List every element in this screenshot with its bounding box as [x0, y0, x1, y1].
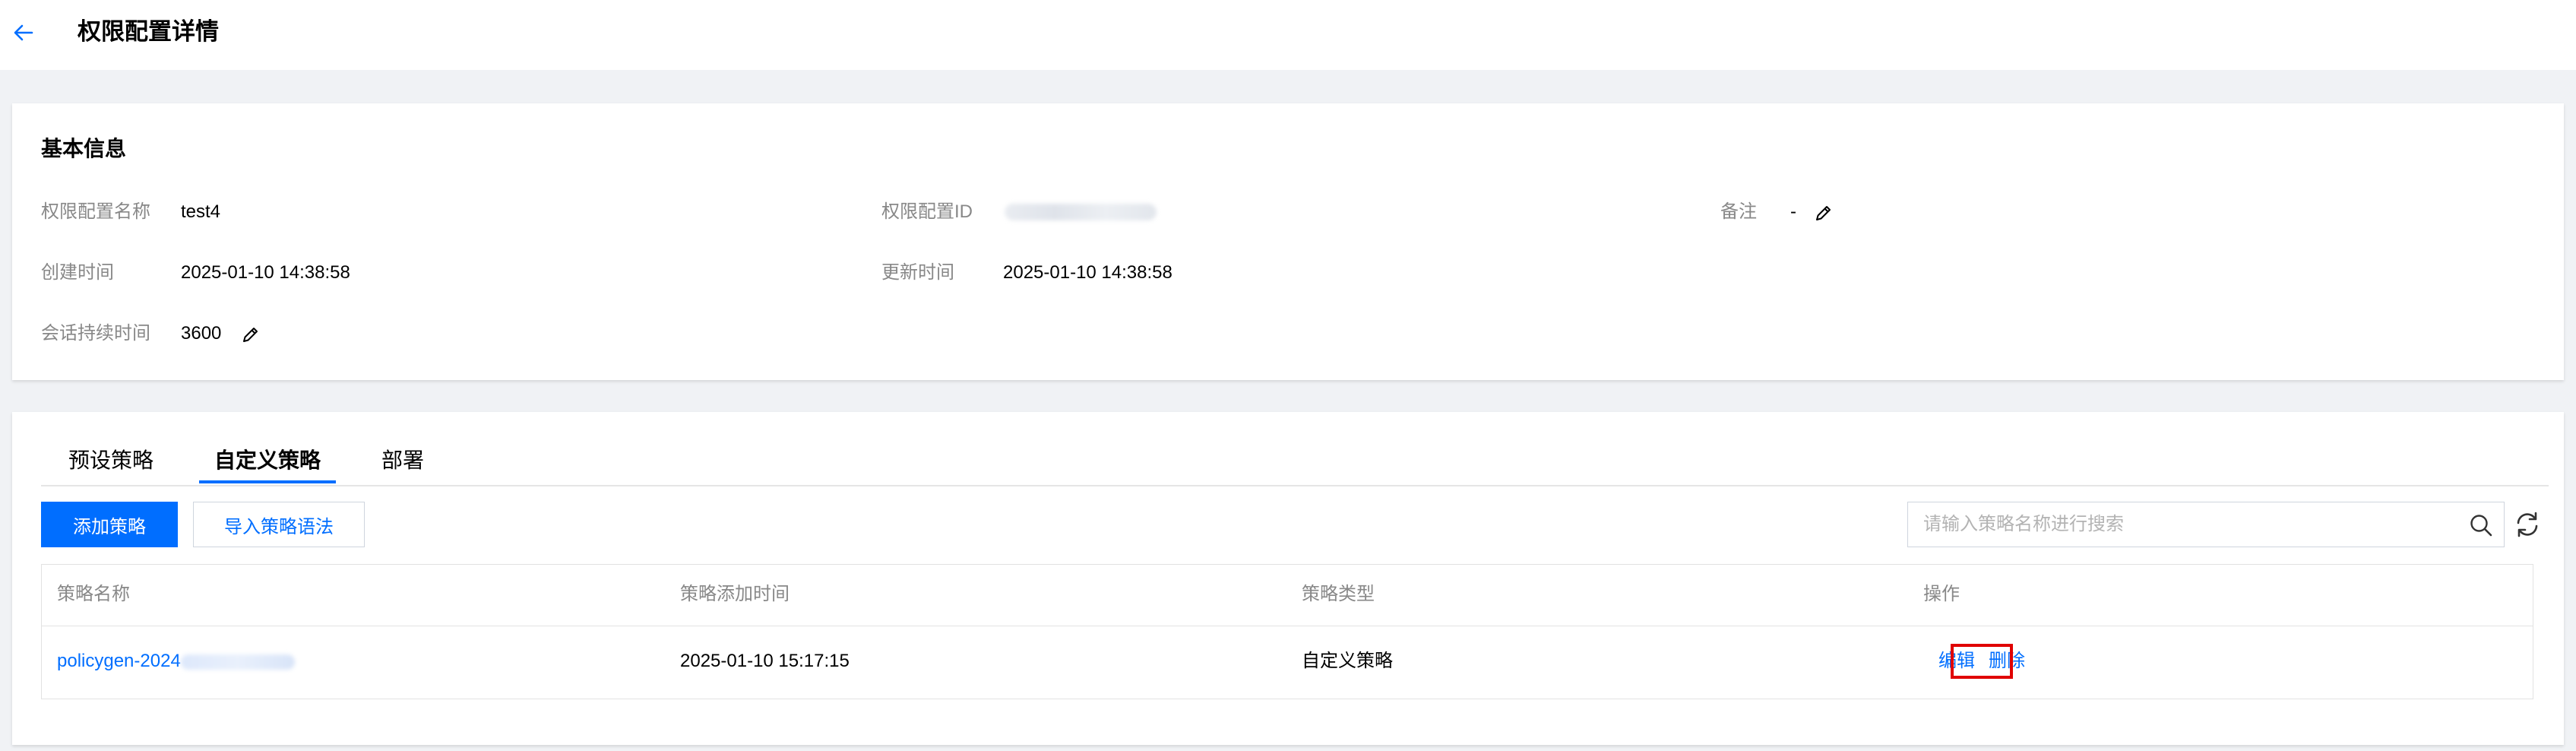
name-value: test4: [181, 201, 221, 222]
search-box: [1907, 502, 2505, 547]
tab-preset-policies[interactable]: 预设策略: [68, 445, 153, 476]
policy-added-time: 2025-01-10 15:17:15: [680, 651, 850, 671]
policies-card: 预设策略 自定义策略 部署 添加策略 导入策略语法 策略名称 策略添加时间 策略…: [12, 412, 2564, 745]
updated-value: 2025-01-10 14:38:58: [1003, 262, 1172, 283]
policy-name-link[interactable]: policygen-2024: [57, 651, 181, 671]
page-title: 权限配置详情: [78, 18, 219, 45]
back-arrow-icon[interactable]: [11, 20, 36, 46]
created-label: 创建时间: [41, 262, 114, 283]
basic-info-card: 基本信息 权限配置名称 test4 权限配置ID 备注 - 创建时间 2025-…: [12, 103, 2564, 380]
search-icon[interactable]: [2469, 513, 2493, 537]
remark-edit-pencil-icon[interactable]: [1813, 202, 1834, 223]
tab-custom-policies[interactable]: 自定义策略: [214, 445, 321, 476]
active-tab-indicator: [199, 480, 336, 483]
top-bar: 权限配置详情: [0, 0, 2576, 70]
column-header-actions: 操作: [1923, 584, 1960, 604]
add-policy-button[interactable]: 添加策略: [41, 502, 178, 547]
policy-name-cell: policygen-2024: [57, 648, 295, 674]
policy-name-redacted: [180, 654, 295, 670]
section-title: 基本信息: [41, 137, 127, 160]
updated-label: 更新时间: [881, 262, 954, 283]
name-label: 权限配置名称: [41, 201, 150, 222]
remark-label: 备注: [1720, 201, 1757, 222]
column-header-added-time: 策略添加时间: [680, 584, 790, 604]
policies-table: 策略名称 策略添加时间 策略类型 操作 policygen-2024 2025-…: [41, 564, 2533, 699]
created-value: 2025-01-10 14:38:58: [181, 262, 350, 283]
session-value: 3600: [181, 323, 222, 344]
refresh-icon[interactable]: [2512, 509, 2543, 540]
id-value-redacted: [1005, 204, 1157, 220]
table-header: 策略名称 策略添加时间 策略类型 操作: [42, 565, 2533, 626]
column-header-name: 策略名称: [57, 584, 130, 604]
search-input[interactable]: [1908, 502, 2455, 547]
tab-deployment[interactable]: 部署: [381, 445, 424, 476]
import-policy-syntax-button[interactable]: 导入策略语法: [193, 502, 365, 547]
session-label: 会话持续时间: [41, 323, 150, 344]
column-header-type: 策略类型: [1302, 584, 1375, 604]
table-row: policygen-2024 2025-01-10 15:17:15 自定义策略…: [42, 626, 2533, 699]
id-label: 权限配置ID: [881, 201, 973, 222]
session-edit-pencil-icon[interactable]: [240, 324, 261, 345]
remark-value: -: [1790, 201, 1796, 222]
edit-highlight-box: [1951, 644, 2013, 679]
policy-type: 自定义策略: [1302, 651, 1393, 671]
tab-bar: 预设策略 自定义策略 部署: [41, 445, 2549, 486]
